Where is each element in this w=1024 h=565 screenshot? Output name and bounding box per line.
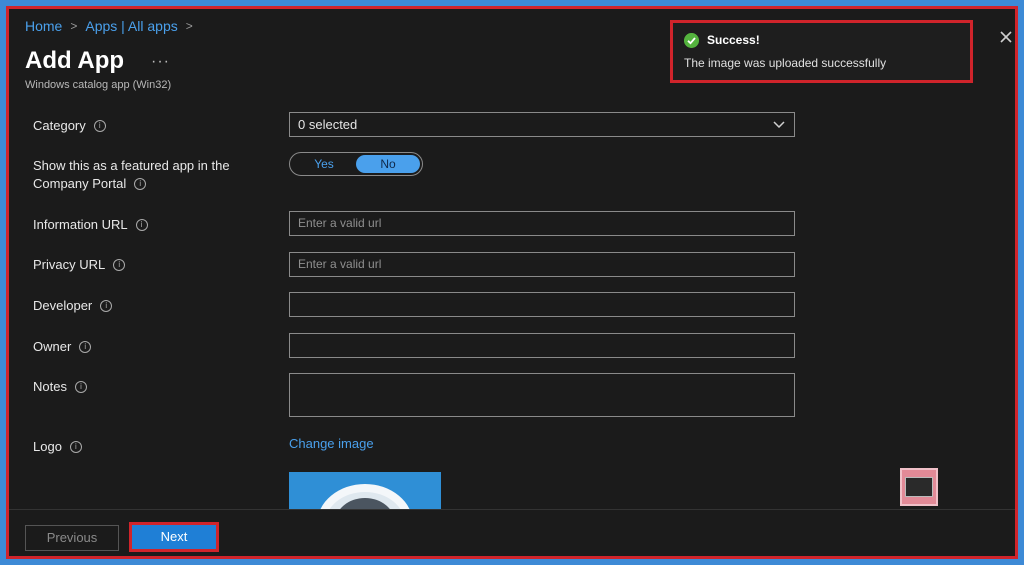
page-title: Add App bbox=[25, 47, 125, 74]
notes-label: Notes i bbox=[33, 378, 87, 396]
more-options-icon[interactable]: ··· bbox=[151, 53, 170, 71]
change-image-link[interactable]: Change image bbox=[289, 436, 374, 451]
watermark-logo-inner bbox=[905, 477, 933, 497]
owner-label: Owner i bbox=[33, 338, 92, 356]
featured-label-line2: Company Portal bbox=[33, 176, 127, 191]
privacy-url-label: Privacy URL i bbox=[33, 256, 126, 274]
information-url-label: Information URL i bbox=[33, 216, 148, 234]
toast-message: The image was uploaded successfully bbox=[684, 56, 887, 70]
previous-button[interactable]: Previous bbox=[25, 525, 119, 551]
featured-label-line2-row: Company Portal i bbox=[33, 175, 230, 193]
app-window: Home > Apps | All apps > Add App ··· Win… bbox=[6, 6, 1018, 559]
next-button[interactable]: Next bbox=[132, 525, 216, 549]
notes-textarea[interactable] bbox=[289, 373, 795, 417]
close-icon[interactable] bbox=[998, 29, 1014, 45]
featured-label: Show this as a featured app in the Compa… bbox=[33, 157, 230, 193]
logo-preview-image bbox=[289, 472, 441, 512]
owner-input[interactable] bbox=[289, 333, 795, 358]
breadcrumb-separator-icon: > bbox=[70, 19, 78, 33]
featured-app-toggle[interactable]: Yes No bbox=[289, 152, 423, 176]
category-selected-value: 0 selected bbox=[298, 117, 358, 132]
success-toast: Success! The image was uploaded successf… bbox=[670, 20, 973, 83]
privacy-url-label-text: Privacy URL bbox=[33, 257, 106, 272]
info-icon[interactable]: i bbox=[135, 219, 148, 231]
category-dropdown[interactable]: 0 selected bbox=[289, 112, 795, 137]
toast-title: Success! bbox=[707, 33, 760, 47]
developer-label: Developer i bbox=[33, 297, 113, 315]
category-label-text: Category bbox=[33, 118, 86, 133]
info-icon[interactable]: i bbox=[74, 381, 87, 393]
info-icon[interactable]: i bbox=[69, 441, 82, 453]
toggle-no-option[interactable]: No bbox=[356, 155, 420, 173]
logo-label-text: Logo bbox=[33, 439, 62, 454]
breadcrumb-home-link[interactable]: Home bbox=[25, 18, 62, 34]
info-icon[interactable]: i bbox=[100, 300, 113, 312]
info-icon[interactable]: i bbox=[113, 259, 126, 271]
next-button-highlight: Next bbox=[129, 522, 219, 552]
toggle-yes-option[interactable]: Yes bbox=[292, 155, 356, 173]
information-url-label-text: Information URL bbox=[33, 217, 128, 232]
chevron-down-icon bbox=[773, 120, 785, 128]
owner-label-text: Owner bbox=[33, 339, 72, 354]
featured-label-line1: Show this as a featured app in the bbox=[33, 158, 230, 173]
privacy-url-input[interactable]: Enter a valid url bbox=[289, 252, 795, 277]
developer-label-text: Developer bbox=[33, 298, 93, 313]
notes-label-text: Notes bbox=[33, 379, 67, 394]
footer-bar: Previous Next bbox=[9, 509, 1015, 556]
page-subtitle: Windows catalog app (Win32) bbox=[25, 79, 172, 91]
information-url-input[interactable]: Enter a valid url bbox=[289, 211, 795, 236]
info-icon[interactable]: i bbox=[93, 120, 106, 132]
check-circle-icon bbox=[684, 33, 699, 48]
breadcrumb-separator-icon: > bbox=[185, 19, 193, 33]
category-label: Category i bbox=[33, 117, 106, 135]
developer-input[interactable] bbox=[289, 292, 795, 317]
watermark-logo bbox=[900, 468, 938, 506]
breadcrumb-apps-link[interactable]: Apps | All apps bbox=[85, 18, 177, 34]
logo-label: Logo i bbox=[33, 438, 82, 456]
info-icon[interactable]: i bbox=[79, 341, 92, 353]
breadcrumb: Home > Apps | All apps > bbox=[25, 18, 193, 34]
info-icon[interactable]: i bbox=[134, 178, 147, 190]
